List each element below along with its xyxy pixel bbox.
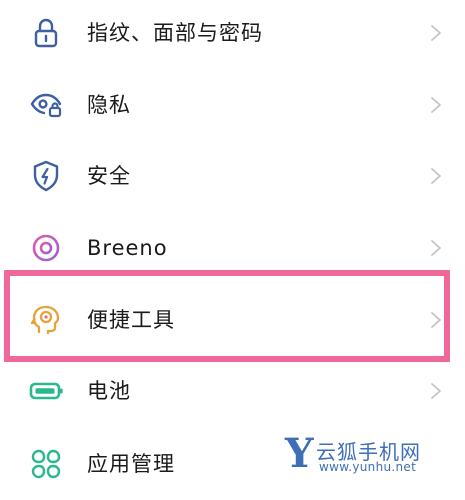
- watermark-logo: Y 云狐手机网 www.yunhu.net: [285, 430, 461, 484]
- breeno-icon: [28, 230, 64, 266]
- app-grid-icon: [28, 446, 64, 482]
- chevron-right-icon: [428, 95, 444, 115]
- settings-item-label: 电池: [87, 379, 131, 403]
- watermark-url: www.yunhu.net: [319, 460, 417, 474]
- chevron-right-icon: [428, 166, 444, 186]
- chevron-right-icon: [428, 381, 444, 401]
- settings-item-security[interactable]: 安全: [0, 140, 465, 212]
- battery-icon: [28, 373, 64, 409]
- settings-item-label: 安全: [87, 164, 131, 188]
- settings-item-privacy[interactable]: 隐私: [0, 69, 465, 141]
- highlight-box: [4, 270, 450, 362]
- chevron-right-icon: [428, 238, 444, 258]
- chevron-right-icon: [428, 23, 444, 43]
- settings-item-label: 应用管理: [87, 452, 175, 476]
- shield-icon: [28, 158, 64, 194]
- privacy-eye-icon: [28, 87, 64, 123]
- settings-item-label: 指纹、面部与密码: [87, 21, 263, 45]
- lock-icon: [28, 15, 64, 51]
- watermark-letter: Y: [285, 430, 314, 477]
- settings-item-battery[interactable]: 电池: [0, 355, 465, 427]
- settings-item-label: 隐私: [87, 93, 131, 117]
- settings-list: 指纹、面部与密码 隐私 安全 Breeno 便捷工具 电池 应用管理: [0, 0, 465, 493]
- settings-item-fingerprint-face-password[interactable]: 指纹、面部与密码: [0, 0, 465, 69]
